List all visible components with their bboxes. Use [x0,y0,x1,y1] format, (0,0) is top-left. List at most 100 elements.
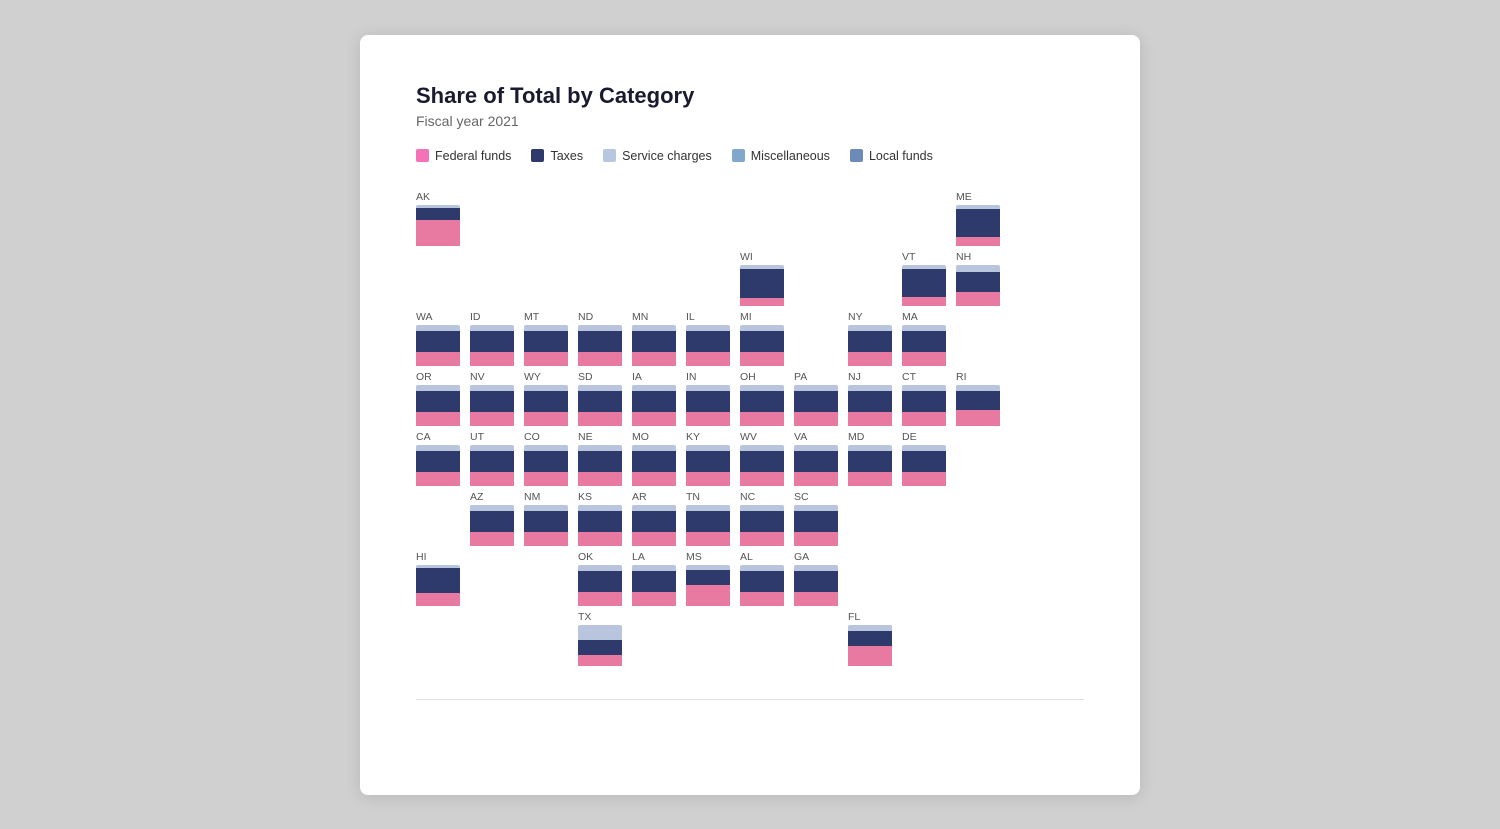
state-label: MN [632,311,682,323]
state-cell-wy: WY [524,371,574,427]
bar-segment-taxes [686,391,730,412]
bar-segment-service [740,445,784,452]
state-label: VA [794,431,844,443]
state-cell-ms: MS [686,551,736,607]
state-bar [848,445,892,487]
bar-segment-service [686,325,730,332]
bar-segment-service [794,505,838,512]
legend-color [603,149,616,162]
state-cell-fl: FL [848,611,898,667]
bar-segment-federal [632,532,676,547]
bar-segment-federal [416,412,460,427]
state-cell-ky: KY [686,431,736,487]
state-cell-tn: TN [686,491,736,547]
state-cell-az: AZ [470,491,520,547]
bar-segment-service [794,445,838,452]
state-label: AK [416,191,466,203]
bar-segment-federal [524,412,568,427]
bar-segment-service [470,325,514,332]
state-cell-ca: CA [416,431,466,487]
state-cell-ny: NY [848,311,898,367]
state-cell-hi: HI [416,551,466,607]
state-bar [416,565,460,607]
bar-segment-service [578,625,622,640]
state-cell-nv: NV [470,371,520,427]
bar-segment-taxes [416,208,460,220]
state-cell-md: MD [848,431,898,487]
bar-segment-taxes [794,451,838,472]
state-cell-id: ID [470,311,520,367]
state-label: MI [740,311,790,323]
bar-segment-service [956,265,1000,272]
bar-segment-federal [416,352,460,367]
state-cell-nd: ND [578,311,628,367]
legend-item: Miscellaneous [732,149,830,163]
state-label: FL [848,611,898,623]
bar-segment-federal [902,352,946,367]
bar-segment-service [578,505,622,512]
state-bar [632,505,676,547]
bar-segment-federal [794,532,838,547]
bar-segment-taxes [632,391,676,412]
state-bar [524,505,568,547]
state-cell-ak: AK [416,191,466,247]
state-bar [686,445,730,487]
bar-segment-taxes [848,451,892,472]
bar-segment-federal [578,532,622,547]
chart-title: Share of Total by Category [416,83,1084,109]
bar-segment-federal [848,412,892,427]
state-cell-ar: AR [632,491,682,547]
bar-segment-taxes [794,391,838,412]
state-bar [956,205,1000,247]
bar-segment-taxes [740,331,784,352]
bar-segment-taxes [416,568,460,593]
state-label: WA [416,311,466,323]
state-cell-or: OR [416,371,466,427]
bar-segment-federal [470,412,514,427]
bar-segment-federal [902,472,946,487]
state-bar [686,325,730,367]
state-label: OH [740,371,790,383]
state-label: IA [632,371,682,383]
bar-segment-taxes [902,391,946,412]
bar-segment-federal [740,472,784,487]
bar-segment-service [632,565,676,572]
bar-segment-federal [470,352,514,367]
bar-segment-taxes [848,331,892,352]
state-cell-ks: KS [578,491,628,547]
bar-segment-federal [524,532,568,547]
bar-segment-federal [794,412,838,427]
bar-segment-service [902,445,946,452]
state-label: MT [524,311,574,323]
bar-segment-taxes [794,571,838,592]
bar-segment-taxes [686,331,730,352]
state-bar [416,325,460,367]
bar-segment-service [848,325,892,332]
state-bar [686,565,730,607]
legend-label: Local funds [869,149,933,163]
state-bar [578,385,622,427]
state-cell-de: DE [902,431,952,487]
bar-segment-taxes [740,391,784,412]
state-bar [848,625,892,667]
state-bar [902,265,946,307]
state-bar [794,505,838,547]
bar-segment-federal [578,655,622,667]
state-cell-nc: NC [740,491,790,547]
bar-segment-taxes [956,272,1000,292]
bar-segment-federal [470,532,514,547]
state-cell-ri: RI [956,371,1006,427]
state-bar [902,325,946,367]
state-label: NJ [848,371,898,383]
state-bar [416,205,460,247]
bar-segment-service [524,505,568,512]
state-label: IL [686,311,736,323]
bar-segment-service [902,325,946,332]
state-cell-wi: WI [740,251,790,307]
bar-segment-taxes [902,269,946,296]
state-cell-wa: WA [416,311,466,367]
bar-segment-taxes [632,451,676,472]
state-cell-nj: NJ [848,371,898,427]
state-label: WY [524,371,574,383]
bar-segment-taxes [578,511,622,532]
